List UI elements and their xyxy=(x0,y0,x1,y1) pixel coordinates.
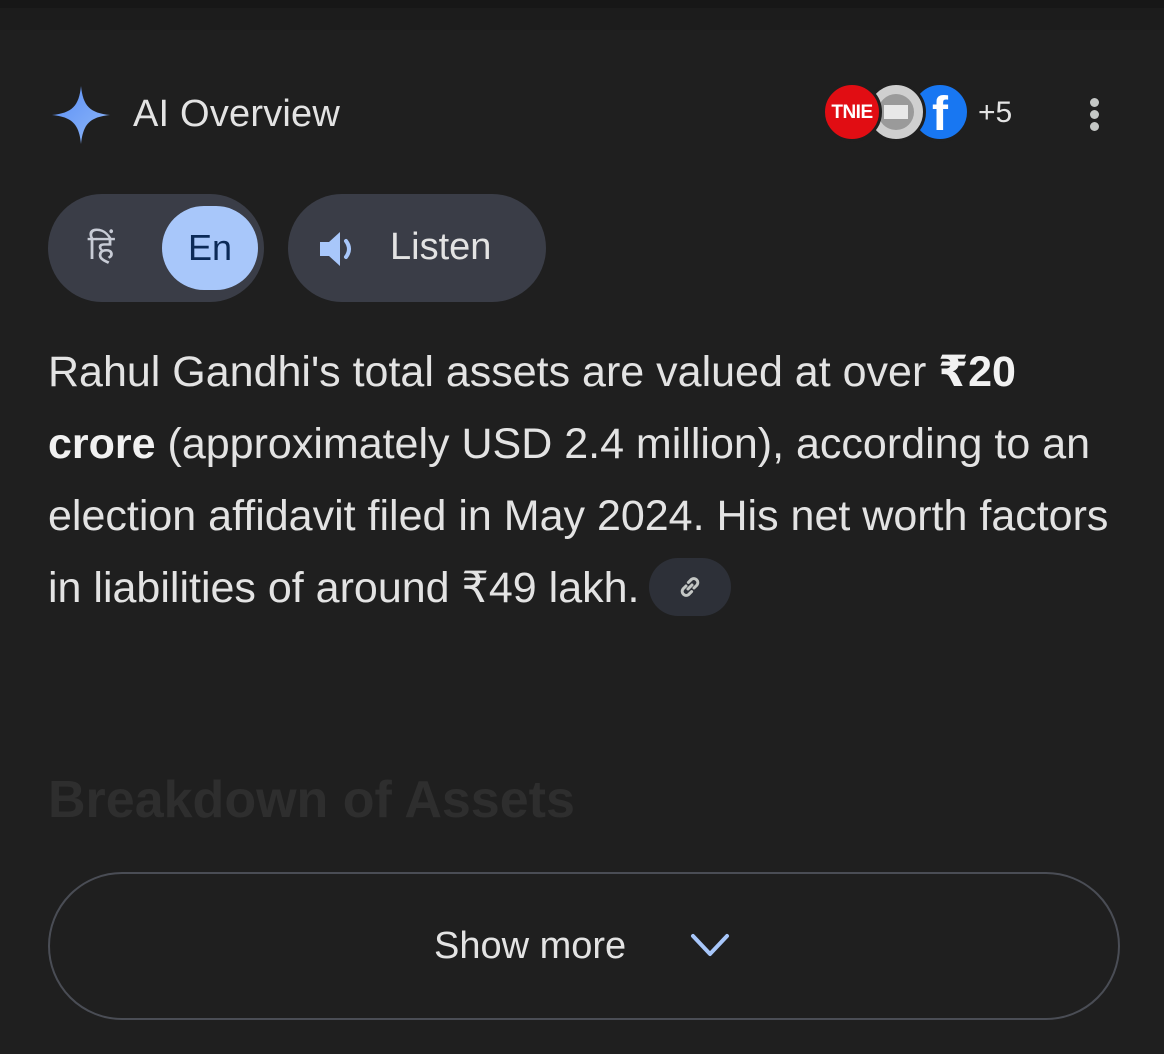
language-toggle[interactable]: हिं En xyxy=(48,194,264,302)
show-more-label: Show more xyxy=(434,925,627,967)
citation-link-button[interactable] xyxy=(649,557,732,616)
listen-label: Listen xyxy=(390,226,492,268)
link-icon xyxy=(681,576,700,597)
summary-text-start: Rahul Gandhi's total assets are valued a… xyxy=(48,348,939,396)
speaker-icon xyxy=(320,232,351,266)
chevron-down-icon xyxy=(691,934,729,956)
listen-button[interactable]: Listen xyxy=(288,194,546,302)
ai-overview-header: AI Overview TNIE f +5 xyxy=(48,78,1118,148)
summary-text-end: (approximately USD 2.4 million), accordi… xyxy=(48,420,1109,612)
overview-summary: Rahul Gandhi's total assets are valued a… xyxy=(48,336,1128,624)
ai-overview-title: AI Overview xyxy=(133,93,341,135)
show-more-button[interactable]: Show more xyxy=(48,872,1120,1020)
more-sources-count[interactable]: +5 xyxy=(978,96,1012,130)
source-tnie-avatar[interactable]: TNIE xyxy=(822,82,882,142)
source-tnie-label: TNIE xyxy=(831,102,873,123)
top-divider-line xyxy=(0,8,1164,30)
language-hindi-option[interactable]: हिं xyxy=(68,194,134,302)
more-options-icon[interactable] xyxy=(1078,90,1114,138)
section-heading-breakdown: Breakdown of Assets xyxy=(48,771,575,829)
source-avatars[interactable]: TNIE f +5 xyxy=(822,82,1022,146)
sparkle-icon xyxy=(52,86,110,144)
language-english-option[interactable]: En xyxy=(162,206,258,290)
